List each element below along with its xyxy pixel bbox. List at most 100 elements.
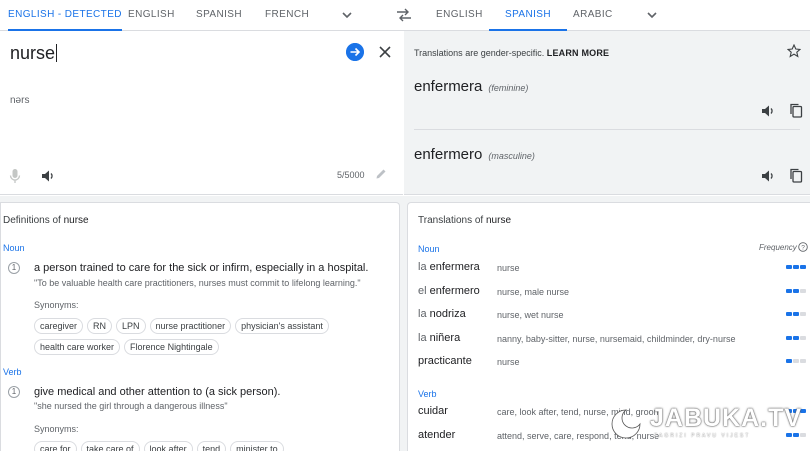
- reverse-translations: nurse, male nurse: [497, 286, 570, 297]
- frequency-bar: [786, 312, 792, 316]
- apple-logo-icon: [611, 409, 641, 439]
- watermark-brand: JABUKA.TV: [650, 404, 803, 432]
- translation-row[interactable]: la enfermera nurse: [418, 261, 808, 279]
- speaker-icon[interactable]: [760, 168, 776, 184]
- copy-icon[interactable]: [789, 168, 803, 183]
- help-icon[interactable]: ?: [798, 242, 808, 252]
- reverse-translations: nanny, baby-sitter, nurse, nursemaid, ch…: [497, 333, 736, 344]
- synonym-chip[interactable]: LPN: [116, 318, 146, 334]
- translation-word: la nodriza: [418, 308, 466, 320]
- source-panel: nurse nərs 5/5000: [0, 31, 403, 195]
- translation-row[interactable]: el enfermero nurse, male nurse: [418, 285, 808, 303]
- pos-verb: Verb: [418, 389, 437, 399]
- tab-source-detected[interactable]: English - detected: [8, 0, 122, 31]
- tab-target-english[interactable]: English: [436, 0, 483, 30]
- synonym-chip[interactable]: RN: [87, 318, 113, 334]
- close-icon[interactable]: [378, 45, 392, 59]
- character-count: 5/5000: [337, 170, 365, 180]
- source-input[interactable]: nurse: [10, 43, 58, 64]
- translation-feminine[interactable]: enfermera (feminine): [414, 78, 528, 95]
- watermark-tagline: ZAGRIZI PRAVU VIJEST: [654, 433, 751, 439]
- synonym-chip[interactable]: physician's assistant: [235, 318, 329, 334]
- chevron-down-icon[interactable]: [341, 9, 353, 21]
- frequency-bar: [800, 288, 806, 293]
- microphone-icon[interactable]: [9, 168, 21, 184]
- learn-more-link[interactable]: LEARN MORE: [547, 48, 610, 58]
- frequency-bar: [786, 265, 792, 269]
- noun-example: "To be valuable health care practitioner…: [34, 278, 361, 288]
- frequency-bars: [786, 265, 806, 269]
- synonym-chip[interactable]: minister to: [230, 441, 284, 451]
- translation-row[interactable]: la niñera nanny, baby-sitter, nurse, nurs…: [418, 332, 808, 350]
- translation-word: la niñera: [418, 331, 461, 344]
- sense-number: 1: [8, 262, 20, 274]
- copy-icon[interactable]: [789, 103, 803, 118]
- swap-languages-icon[interactable]: [396, 8, 412, 22]
- frequency-bars: [786, 359, 806, 363]
- gender-notice: Translations are gender-specific. LEARN …: [414, 48, 609, 58]
- pencil-icon[interactable]: [375, 168, 387, 180]
- tab-target-arabic[interactable]: Arabic: [573, 0, 613, 30]
- divider: [414, 129, 800, 130]
- translation-word: practicante: [418, 355, 472, 367]
- pos-noun: Noun: [3, 243, 25, 253]
- tab-target-spanish[interactable]: Spanish: [489, 0, 567, 31]
- tab-source-english[interactable]: English: [128, 0, 175, 30]
- definitions-title: Definitions of nurse: [3, 215, 89, 226]
- verb-synonyms-row: care for take care of look after tend mi…: [34, 441, 284, 451]
- frequency-bar: [793, 265, 799, 269]
- synonym-chip[interactable]: tend: [196, 441, 227, 451]
- svg-text:?: ?: [801, 244, 805, 251]
- chevron-down-icon[interactable]: [646, 9, 658, 21]
- verb-gloss: give medical and other attention to (a s…: [34, 386, 281, 398]
- reverse-translations: nurse, wet nurse: [497, 310, 564, 320]
- frequency-bar: [800, 312, 806, 316]
- translation-row[interactable]: la nodriza nurse, wet nurse: [418, 308, 808, 326]
- frequency-bars: [786, 335, 806, 340]
- synonym-chip[interactable]: care for: [34, 441, 77, 451]
- synonyms-label: Synonyms:: [34, 424, 79, 434]
- translation-masculine[interactable]: enfermero (masculine): [414, 146, 535, 163]
- synonyms-label: Synonyms:: [34, 300, 79, 310]
- synonym-chip[interactable]: look after: [143, 441, 193, 451]
- speaker-icon[interactable]: [40, 168, 56, 184]
- synonym-chip[interactable]: take care of: [80, 441, 140, 451]
- star-icon[interactable]: [787, 44, 801, 58]
- synonym-chip[interactable]: nurse practitioner: [149, 318, 232, 334]
- frequency-bar: [800, 265, 806, 269]
- translation-word: el enfermero: [418, 284, 480, 297]
- translation-word: la enfermera: [418, 261, 480, 273]
- frequency-bar: [800, 359, 806, 363]
- translate-app: English - detected English Spanish Frenc…: [0, 0, 810, 451]
- tab-source-spanish[interactable]: Spanish: [196, 0, 242, 30]
- frequency-bar: [786, 359, 792, 363]
- frequency-bar: [786, 288, 792, 293]
- frequency-bars: [786, 288, 806, 293]
- speaker-icon[interactable]: [760, 103, 776, 119]
- reverse-translations: nurse: [497, 263, 520, 273]
- noun-synonyms-row1: caregiver RN LPN nurse practitioner phys…: [34, 318, 329, 334]
- translation-word: cuidar: [418, 405, 448, 417]
- definitions-card: Definitions of nurse Noun 1 a person tra…: [0, 202, 400, 451]
- translation-row[interactable]: practicante nurse: [418, 355, 808, 373]
- frequency-bars: [786, 312, 806, 316]
- frequency-bar: [793, 335, 799, 340]
- language-bar: English - detected English Spanish Frenc…: [0, 0, 810, 31]
- synonym-chip[interactable]: caregiver: [34, 318, 84, 334]
- frequency-bar: [800, 335, 806, 340]
- reverse-translations: nurse: [497, 357, 520, 367]
- verb-example: "she nursed the girl through a dangerous…: [34, 401, 228, 411]
- noun-gloss: a person trained to care for the sick or…: [34, 262, 369, 274]
- translate-arrow-button[interactable]: [346, 43, 364, 61]
- tab-source-french[interactable]: French: [265, 0, 309, 30]
- frequency-label: Frequency: [759, 243, 797, 252]
- synonym-chip[interactable]: Florence Nightingale: [124, 339, 219, 355]
- sense-number: 1: [8, 386, 20, 398]
- frequency-bar: [793, 288, 799, 293]
- pos-noun: Noun: [418, 244, 440, 254]
- gender-notice-text: Translations are gender-specific.: [414, 48, 545, 58]
- synonym-chip[interactable]: health care worker: [34, 339, 121, 355]
- translation-word: atender: [418, 428, 456, 441]
- translations-title: Translations of nurse: [418, 215, 512, 226]
- noun-synonyms-row2: health care worker Florence Nightingale: [34, 339, 219, 355]
